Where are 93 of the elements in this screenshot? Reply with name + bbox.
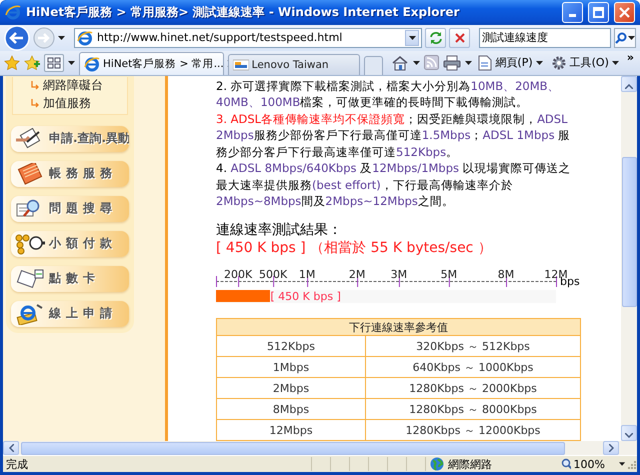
gear-icon bbox=[550, 54, 567, 71]
note-paragraph: 3. ADSL各種傳輸速率均不保證頻寬；因受距離與環境限制，ADSL 2Mbps服務少部份客戶下行最高僅可達1.5Mbps；ADSL 1Mbps 服務少部分客戶下行最高速率僅可達512Kbps。 bbox=[216, 110, 572, 160]
caret-icon bbox=[628, 36, 635, 40]
page-icon bbox=[478, 54, 492, 71]
arrow-icon bbox=[31, 80, 39, 90]
maximize-button[interactable] bbox=[588, 2, 609, 23]
stop-button[interactable] bbox=[449, 28, 470, 48]
tick-label: 3M bbox=[390, 268, 408, 281]
tick-label: 200K bbox=[224, 268, 252, 281]
window-title: HiNet客戶服務 > 常用服務> 測試連線速率 - Windows Internet Explorer bbox=[26, 4, 460, 21]
favorites-star-icon[interactable] bbox=[4, 54, 20, 71]
tools-menu[interactable]: 工具(O) bbox=[548, 54, 621, 71]
table-cell: 1Mbps bbox=[216, 356, 366, 378]
refresh-icon bbox=[428, 30, 442, 45]
search-field[interactable]: 測試連線速度 bbox=[479, 28, 611, 48]
maximize-icon bbox=[593, 6, 604, 18]
grid-icon bbox=[47, 56, 61, 69]
table-cell: 1280Kbps ～ 2000Kbps bbox=[366, 378, 580, 399]
browser-logo-icon bbox=[15, 302, 45, 325]
tick-label: 8M bbox=[498, 268, 514, 281]
tick-label: 5M bbox=[440, 268, 458, 281]
table-cell: 512Kbps bbox=[216, 336, 366, 357]
card-icon bbox=[15, 268, 45, 290]
magnifier-icon bbox=[561, 458, 572, 470]
chevron-right-icon bbox=[608, 444, 614, 452]
menu-button[interactable]: 線上申請 bbox=[11, 300, 129, 327]
arrow-icon bbox=[31, 98, 39, 108]
scroll-down-button[interactable] bbox=[621, 425, 637, 442]
page-icon bbox=[77, 30, 93, 46]
menu-button[interactable]: 小額付款 bbox=[11, 230, 129, 257]
close-icon bbox=[619, 6, 630, 18]
tick-label: 2M bbox=[348, 268, 366, 281]
globe-icon bbox=[430, 457, 444, 472]
page-menu[interactable]: 網頁(P) bbox=[476, 54, 545, 71]
zone-label: 網際網路 bbox=[448, 456, 492, 472]
table-cell: 320Kbps ～ 512Kbps bbox=[366, 336, 580, 357]
home-icon[interactable] bbox=[391, 54, 410, 71]
caret-icon[interactable] bbox=[465, 60, 472, 65]
note-paragraph: 2. 亦可選擇實際下載檔案測試，檔案大小分別為10MB、20MB、40MB、100MB檔案，可做更準確的長時間下載傳輸測試。 bbox=[216, 78, 561, 111]
close-button[interactable] bbox=[614, 2, 635, 23]
print-icon[interactable] bbox=[443, 54, 462, 71]
browser-logo-icon bbox=[5, 4, 21, 20]
refresh-button[interactable] bbox=[425, 28, 446, 48]
scroll-left-button[interactable] bbox=[3, 441, 19, 456]
caret-icon bbox=[536, 60, 543, 65]
chevron-up-icon bbox=[625, 84, 633, 89]
table-cell: 1280Kbps ～ 8000Kbps bbox=[366, 398, 580, 420]
resize-grip-icon[interactable] bbox=[625, 458, 637, 470]
search-button[interactable] bbox=[614, 28, 636, 48]
search-icon bbox=[615, 32, 627, 44]
caret-icon[interactable] bbox=[68, 60, 75, 65]
tick-label: 1M bbox=[298, 268, 316, 281]
add-favorite-icon[interactable] bbox=[24, 54, 40, 71]
page-icon bbox=[232, 58, 249, 71]
minimize-button[interactable] bbox=[562, 2, 583, 23]
caret-icon bbox=[618, 462, 625, 466]
caret-icon bbox=[408, 36, 416, 40]
caret-icon[interactable] bbox=[58, 36, 65, 40]
chevron-down-icon bbox=[625, 433, 633, 438]
result-value: [ 450 K bps ] （相當於 55 K bytes/sec ） bbox=[216, 238, 493, 257]
coins-icon bbox=[15, 232, 45, 255]
dropdown-button[interactable] bbox=[405, 30, 419, 46]
status-text: 完成 bbox=[5, 456, 29, 472]
sidebar-link[interactable]: 加值服務 bbox=[43, 94, 91, 112]
caret-icon[interactable] bbox=[413, 60, 420, 65]
caret-icon bbox=[612, 60, 619, 65]
menu-button[interactable]: 帳務服務 bbox=[11, 160, 129, 187]
result-heading: 連線速率測試結果： bbox=[216, 220, 343, 239]
browser-tab[interactable]: Lenovo Taiwan bbox=[228, 54, 360, 75]
menu-button[interactable]: 問題搜尋 bbox=[11, 196, 129, 222]
table-header: 下行連線速率參考值 bbox=[216, 318, 580, 336]
table-cell: 8Mbps bbox=[216, 398, 366, 420]
stop-icon bbox=[454, 32, 466, 44]
vertical-scrollbar[interactable] bbox=[621, 76, 637, 442]
menu-button[interactable]: 點數卡 bbox=[11, 266, 129, 292]
overflow-button[interactable]: » bbox=[624, 50, 636, 64]
scroll-right-button[interactable] bbox=[603, 441, 619, 456]
table-cell: 2Mbps bbox=[216, 378, 366, 399]
zoom-button[interactable]: 100% bbox=[545, 458, 625, 471]
scroll-thumb[interactable] bbox=[622, 156, 636, 307]
tick-label: 500K bbox=[259, 268, 288, 281]
back-button[interactable] bbox=[4, 24, 30, 51]
minimize-icon bbox=[569, 14, 576, 17]
sidebar-link[interactable]: 網路障礙台 bbox=[43, 76, 103, 94]
scroll-up-button[interactable] bbox=[621, 76, 637, 92]
address-field[interactable]: http://www.hinet.net/support/testspeed.html bbox=[74, 28, 422, 48]
note-paragraph: 4. ADSL 8Mbps/640Kbps 及12Mbps/1Mbps 以現場實際可傳送之最大速率提供服務(best effort)，下行最高傳輸速率介於 2Mbps~8Mbps間及2Mbps~12Mbps之間。 bbox=[216, 160, 572, 210]
page-icon bbox=[84, 56, 100, 72]
chevron-left-icon bbox=[8, 444, 14, 452]
table-cell: 640Kbps ～ 1000Kbps bbox=[366, 356, 580, 378]
quick-tabs-button[interactable] bbox=[44, 54, 64, 72]
speed-reading: [ 450 K bps ] bbox=[270, 290, 341, 304]
horizontal-scrollbar[interactable] bbox=[21, 442, 565, 455]
